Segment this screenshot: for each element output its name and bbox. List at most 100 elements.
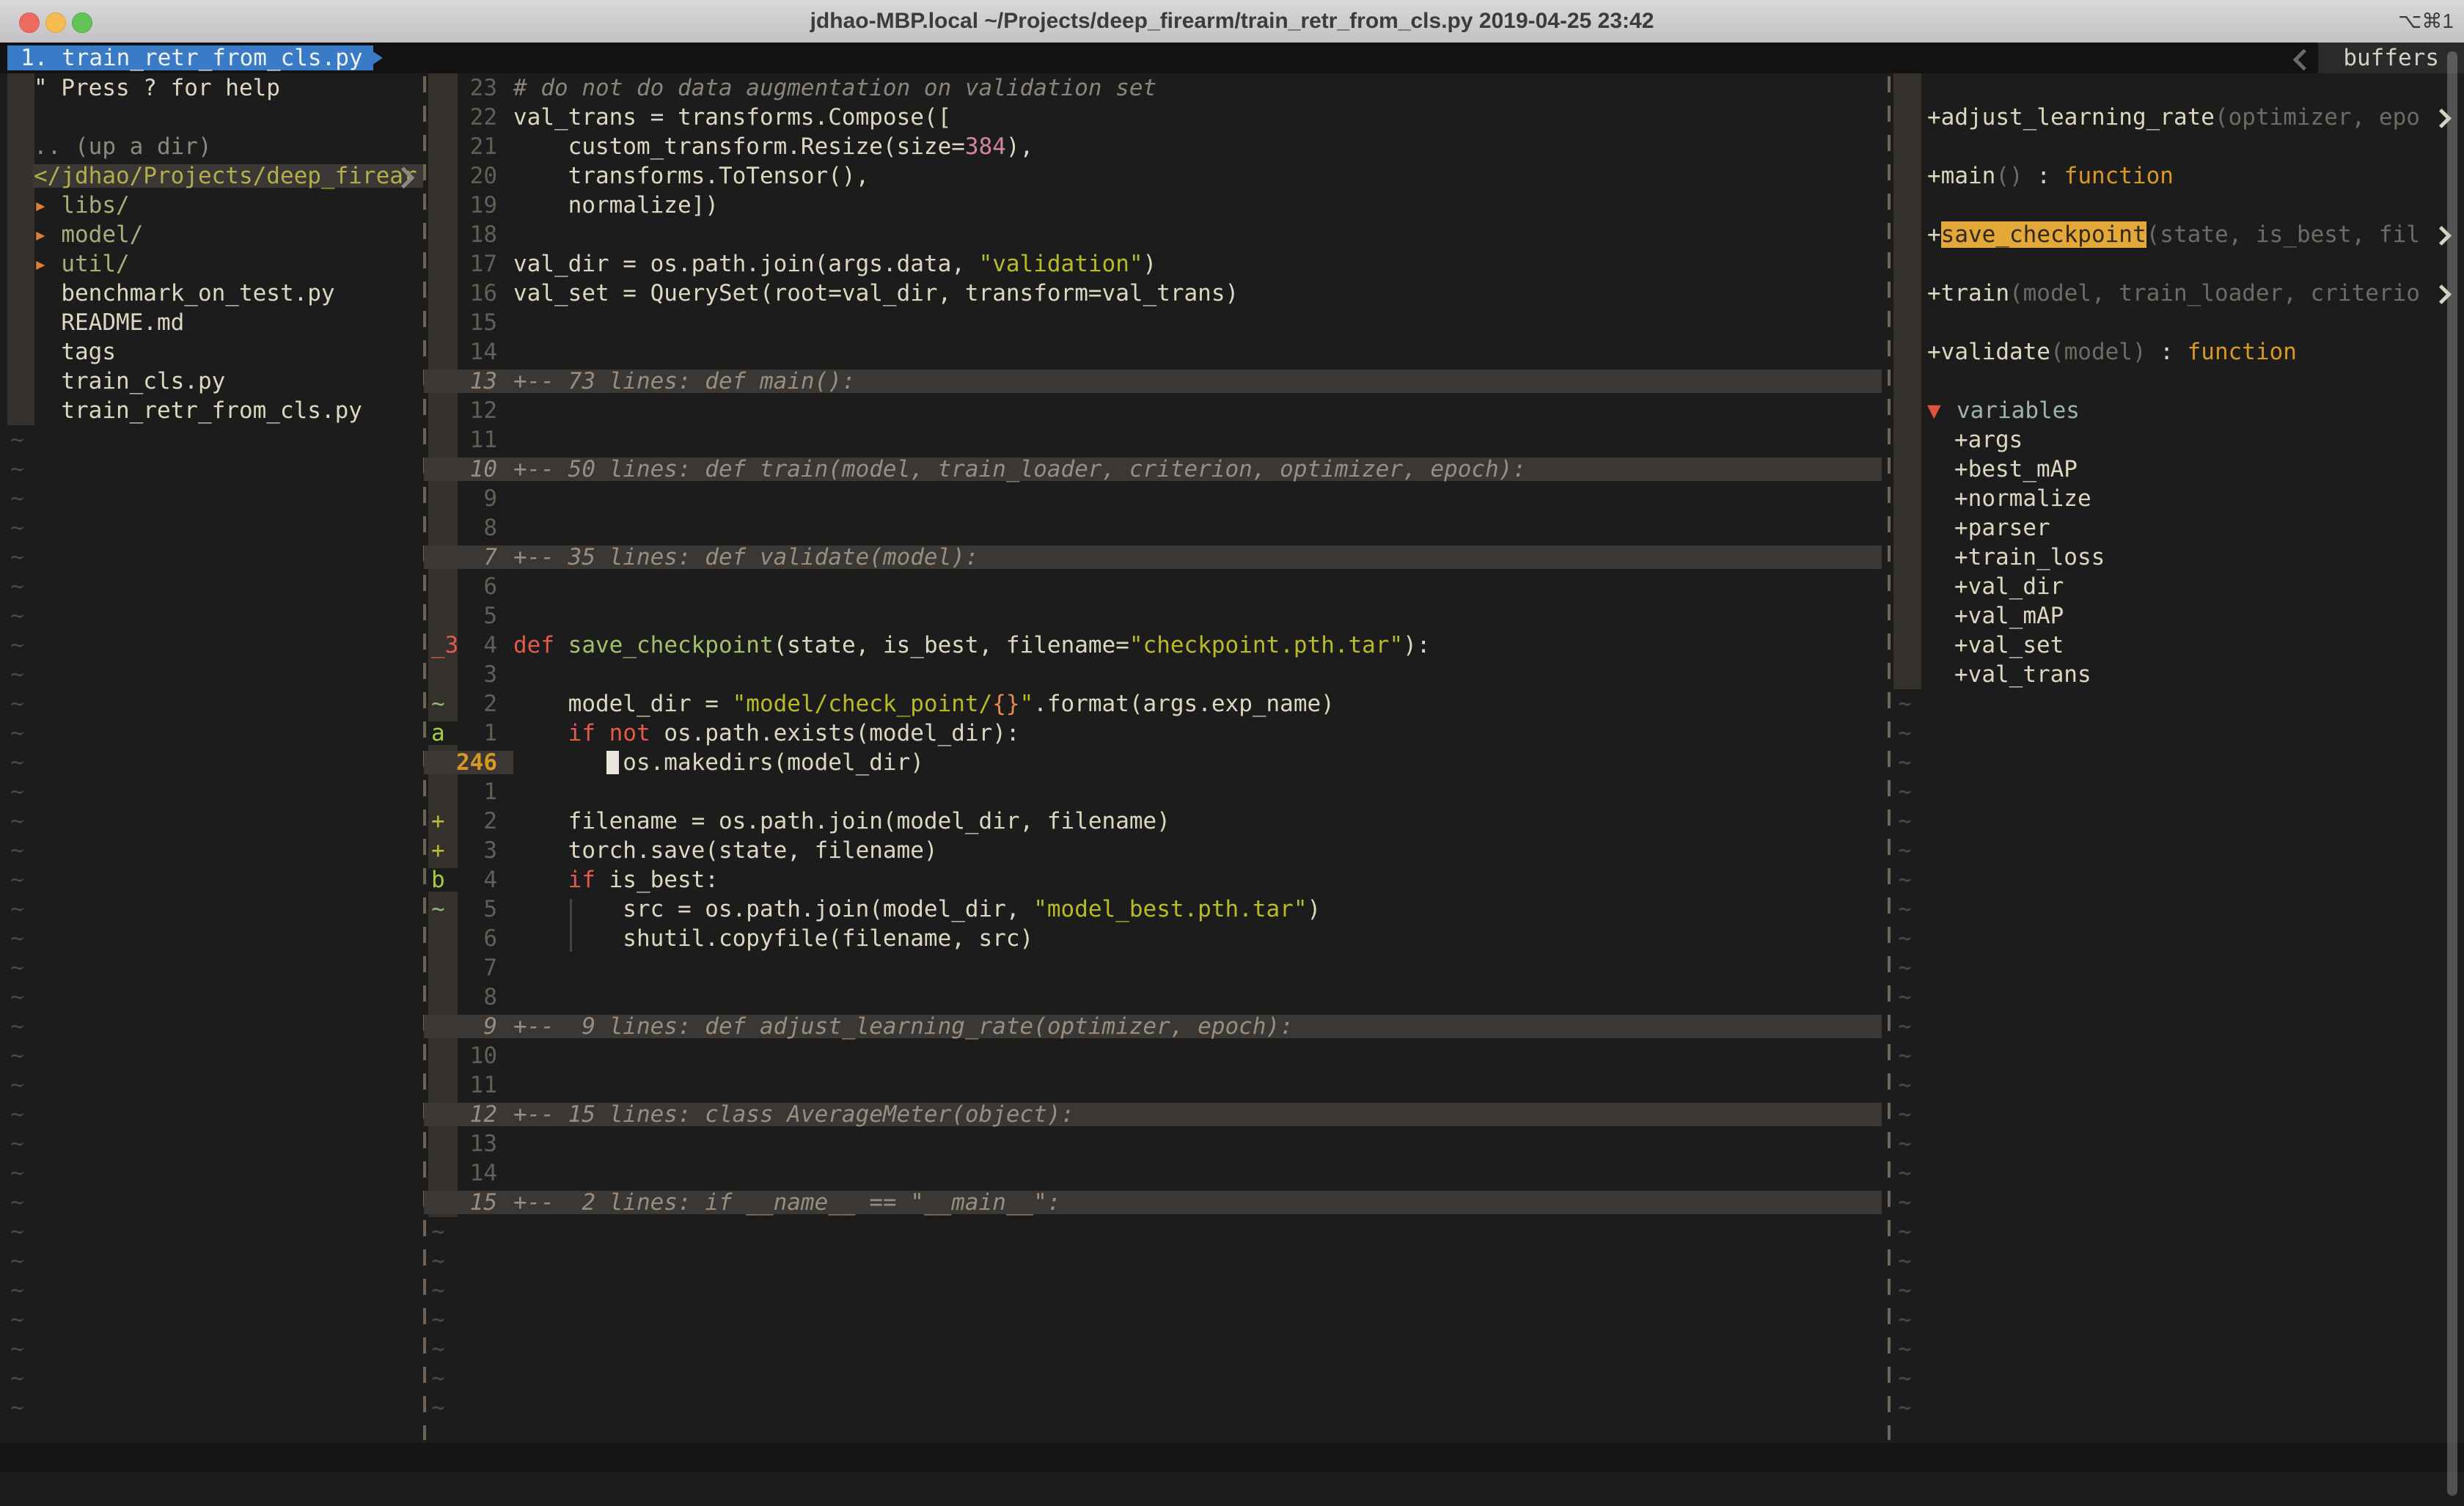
line-number[interactable]: 11 <box>456 1070 497 1100</box>
line-number[interactable]: 12 <box>456 1100 497 1129</box>
line-number[interactable]: 22 <box>456 103 497 132</box>
tagbar-function-line[interactable]: +validate(model) : function <box>1927 337 2448 367</box>
code-line[interactable] <box>513 513 1877 543</box>
tagbar-var-parser[interactable]: +parser <box>1954 513 2050 543</box>
tagbar-function-line[interactable]: +train(model, train_loader, criterio <box>1927 279 2448 308</box>
line-number[interactable]: 15 <box>456 1188 497 1217</box>
tagbar-var-normalize[interactable]: +normalize <box>1954 484 2091 513</box>
line-number[interactable]: 7 <box>456 953 497 982</box>
code-line[interactable] <box>513 1158 1877 1188</box>
tagbar-var-val_set[interactable]: +val_set <box>1954 631 2064 660</box>
code-line[interactable]: val_set = QuerySet(root=val_dir, transfo… <box>513 279 1877 308</box>
variables-collapse-triangle-icon[interactable]: ▼ <box>1927 396 1941 425</box>
line-number[interactable]: 4 <box>456 865 497 895</box>
tagbar-var-val_mAP[interactable]: +val_mAP <box>1954 601 2064 631</box>
tree-item-libs[interactable]: ▸ libs/ <box>34 191 422 220</box>
folded-code-line[interactable]: +-- 35 lines: def validate(model): <box>513 543 1877 572</box>
code-line[interactable] <box>513 396 1877 425</box>
code-line[interactable] <box>513 425 1877 455</box>
code-line[interactable] <box>513 953 1877 982</box>
tagbar-function-line[interactable]: +save_checkpoint(state, is_best, fil <box>1927 220 2448 249</box>
line-number[interactable]: 10 <box>456 1041 497 1070</box>
code-line[interactable]: val_trans = transforms.Compose([ <box>513 103 1877 132</box>
tree-item-READMEmd[interactable]: README.md <box>34 308 422 337</box>
tab-train-retr-from-cls[interactable]: 1. train_retr_from_cls.py <box>7 45 373 70</box>
buffers-label[interactable]: buffers <box>2318 43 2464 73</box>
line-number[interactable]: 16 <box>456 279 497 308</box>
code-line[interactable]: normalize]) <box>513 191 1877 220</box>
tagbar-function-line[interactable]: +adjust_learning_rate(optimizer, epo <box>1927 103 2448 132</box>
code-line[interactable]: transforms.ToTensor(), <box>513 161 1877 191</box>
code-line[interactable]: # do not do data augmentation on validat… <box>513 73 1877 103</box>
code-line[interactable]: torch.save(state, filename) <box>513 836 1877 865</box>
line-number[interactable]: 5 <box>456 601 497 631</box>
code-line[interactable]: custom_transform.Resize(size=384), <box>513 132 1877 161</box>
code-line[interactable]: if not os.path.exists(model_dir): <box>513 719 1877 748</box>
folded-code-line[interactable]: +-- 50 lines: def train(model, train_loa… <box>513 455 1877 484</box>
vim-command-line[interactable] <box>0 1472 2464 1506</box>
tagbar-var-train_loss[interactable]: +train_loss <box>1954 543 2105 572</box>
tree-item-util[interactable]: ▸ util/ <box>34 249 422 279</box>
line-number[interactable]: 8 <box>456 513 497 543</box>
tree-root-path[interactable]: </jdhao/Projects/deep_firear <box>34 161 422 191</box>
line-number[interactable]: 17 <box>456 249 497 279</box>
line-number[interactable]: 1 <box>456 719 497 748</box>
line-number[interactable]: 3 <box>456 836 497 865</box>
tagbar-window-separator[interactable] <box>1888 76 1891 1440</box>
line-number[interactable]: 2 <box>456 807 497 836</box>
code-line[interactable] <box>513 1041 1877 1070</box>
code-line[interactable]: if is_best: <box>513 865 1877 895</box>
code-line[interactable] <box>513 308 1877 337</box>
line-number[interactable]: 23 <box>456 73 497 103</box>
line-number[interactable]: 11 <box>456 425 497 455</box>
line-number[interactable]: 15 <box>456 308 497 337</box>
tagbar-kind-variables[interactable]: variables <box>1957 396 2080 425</box>
tagbar-var-val_trans[interactable]: +val_trans <box>1954 660 2091 689</box>
folded-code-line[interactable]: +-- 2 lines: if __name__ == "__main__": <box>513 1188 1877 1217</box>
scrollbar[interactable] <box>2447 51 2457 1496</box>
line-number[interactable]: 6 <box>456 924 497 953</box>
code-line[interactable] <box>513 982 1877 1012</box>
code-line[interactable]: val_dir = os.path.join(args.data, "valid… <box>513 249 1877 279</box>
code-line[interactable] <box>513 777 1877 807</box>
code-line[interactable]: def save_checkpoint(state, is_best, file… <box>513 631 1877 660</box>
code-line[interactable] <box>513 1129 1877 1158</box>
code-line[interactable] <box>513 484 1877 513</box>
tagbar-var-args[interactable]: +args <box>1954 425 2023 455</box>
line-number[interactable]: 21 <box>456 132 497 161</box>
code-line[interactable] <box>513 572 1877 601</box>
line-number[interactable]: 2 <box>456 689 497 719</box>
folded-code-line[interactable]: +-- 9 lines: def adjust_learning_rate(op… <box>513 1012 1877 1041</box>
code-line[interactable] <box>513 601 1877 631</box>
line-number[interactable]: 12 <box>456 396 497 425</box>
line-number[interactable]: 18 <box>456 220 497 249</box>
line-number[interactable]: 19 <box>456 191 497 220</box>
tree-item-benchmark_on_testpy[interactable]: benchmark_on_test.py <box>34 279 422 308</box>
code-line[interactable]: shutil.copyfile(filename, src) <box>513 924 1877 953</box>
line-number[interactable]: 5 <box>456 895 497 924</box>
line-number[interactable]: 14 <box>456 337 497 367</box>
tagbar-var-best_mAP[interactable]: +best_mAP <box>1954 455 2078 484</box>
tagbar-function-line[interactable]: +main() : function <box>1927 161 2448 191</box>
tagbar-var-val_dir[interactable]: +val_dir <box>1954 572 2064 601</box>
line-number[interactable]: 4 <box>456 631 497 660</box>
code-line[interactable] <box>513 1070 1877 1100</box>
line-number[interactable]: 9 <box>456 484 497 513</box>
tree-item-tags[interactable]: tags <box>34 337 422 367</box>
line-number[interactable]: 3 <box>456 660 497 689</box>
tree-item-train_clspy[interactable]: train_cls.py <box>34 367 422 396</box>
code-line[interactable] <box>513 660 1877 689</box>
code-line[interactable] <box>513 337 1877 367</box>
code-line[interactable]: os.makedirs(model_dir) <box>513 748 1877 777</box>
tree-item-model[interactable]: ▸ model/ <box>34 220 422 249</box>
line-number[interactable]: 10 <box>456 455 497 484</box>
line-number[interactable]: 13 <box>456 1129 497 1158</box>
line-number[interactable]: 13 <box>456 367 497 396</box>
code-line[interactable] <box>513 220 1877 249</box>
line-number[interactable]: 7 <box>456 543 497 572</box>
line-number[interactable]: 6 <box>456 572 497 601</box>
code-line[interactable]: model_dir = "model/check_point/{}".forma… <box>513 689 1877 719</box>
tree-item-train_retr_from_clspy[interactable]: train_retr_from_cls.py <box>34 396 422 425</box>
line-number[interactable]: 8 <box>456 982 497 1012</box>
line-number[interactable]: 20 <box>456 161 497 191</box>
